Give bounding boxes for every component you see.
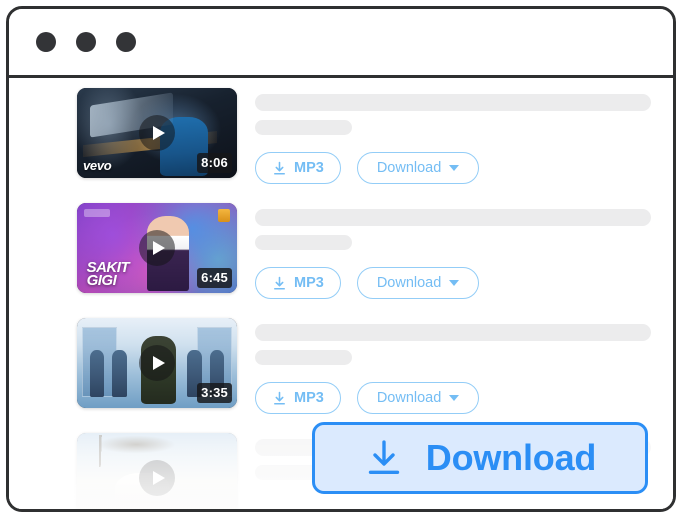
thumbnail-watermark: vevo	[83, 158, 112, 173]
mp3-download-button[interactable]: MP3	[255, 152, 341, 184]
video-duration-badge: 3:35	[197, 383, 232, 403]
mp3-button-label: MP3	[294, 390, 324, 406]
play-triangle-icon	[152, 241, 165, 255]
thumbnail-badge-icon	[218, 209, 230, 222]
thumbnail-detail	[112, 350, 127, 398]
download-menu-button[interactable]: Download	[356, 382, 480, 414]
video-actions: MP3 Download	[255, 267, 651, 299]
thumbnail-channel-logo	[84, 209, 110, 217]
play-triangle-icon	[152, 356, 165, 370]
video-meta: MP3 Download	[237, 318, 651, 414]
play-icon[interactable]	[139, 230, 175, 266]
play-triangle-icon	[152, 471, 165, 485]
chevron-down-icon	[449, 395, 460, 401]
video-meta: MP3 Download	[237, 88, 651, 184]
mp3-button-label: MP3	[294, 160, 324, 176]
download-arrow-icon	[368, 440, 399, 474]
video-thumbnail[interactable]: vevo 8:06	[77, 88, 237, 178]
video-thumbnail[interactable]	[77, 433, 237, 509]
skeleton-subtitle-line	[255, 235, 353, 250]
browser-title-bar	[9, 9, 673, 78]
play-icon[interactable]	[139, 460, 175, 496]
thumbnail-title-text: SAKIT GIGI	[86, 258, 130, 289]
download-arrow-icon	[274, 276, 285, 290]
maximize-dot-icon[interactable]	[116, 32, 136, 52]
video-duration-badge: 6:45	[197, 268, 232, 288]
primary-download-cta[interactable]: Download	[312, 422, 648, 494]
chevron-down-icon	[449, 165, 460, 171]
download-arrow-icon	[274, 161, 285, 175]
skeleton-title-line	[255, 324, 651, 341]
download-menu-button[interactable]: Download	[356, 152, 480, 184]
video-actions: MP3 Download	[255, 382, 651, 414]
video-actions: MP3 Download	[255, 152, 651, 184]
skeleton-title-line	[255, 94, 651, 111]
download-button-label: Download	[376, 390, 442, 406]
skeleton-title-line	[255, 209, 651, 226]
skeleton-subtitle-line	[255, 120, 353, 135]
mp3-button-label: MP3	[294, 275, 324, 291]
download-button-label: Download	[376, 275, 442, 291]
primary-download-cta-label: Download	[425, 437, 597, 478]
play-icon[interactable]	[139, 345, 175, 381]
download-menu-button[interactable]: Download	[356, 267, 480, 299]
download-button-label: Download	[376, 160, 442, 176]
video-result-row: vevo 8:06 MP3 Download	[9, 88, 673, 203]
video-meta: MP3 Download	[237, 203, 651, 299]
download-arrow-icon	[274, 391, 285, 405]
video-result-row: 3:35 MP3 Download	[9, 318, 673, 433]
video-result-row: SAKIT GIGI 6:45 MP3 Download	[9, 203, 673, 318]
mp3-download-button[interactable]: MP3	[255, 267, 341, 299]
screenshot-stage: vevo 8:06 MP3 Download SAKIT GIGI 6:45 M…	[0, 0, 682, 518]
mp3-download-button[interactable]: MP3	[255, 382, 341, 414]
minimize-dot-icon[interactable]	[76, 32, 96, 52]
close-dot-icon[interactable]	[36, 32, 56, 52]
play-triangle-icon	[152, 126, 165, 140]
video-thumbnail[interactable]: SAKIT GIGI 6:45	[77, 203, 237, 293]
thumbnail-detail	[89, 350, 105, 398]
play-icon[interactable]	[139, 115, 175, 151]
chevron-down-icon	[449, 280, 460, 286]
video-thumbnail[interactable]: 3:35	[77, 318, 237, 408]
window-controls	[36, 32, 136, 52]
skeleton-subtitle-line	[255, 350, 353, 365]
video-duration-badge: 8:06	[197, 153, 232, 173]
